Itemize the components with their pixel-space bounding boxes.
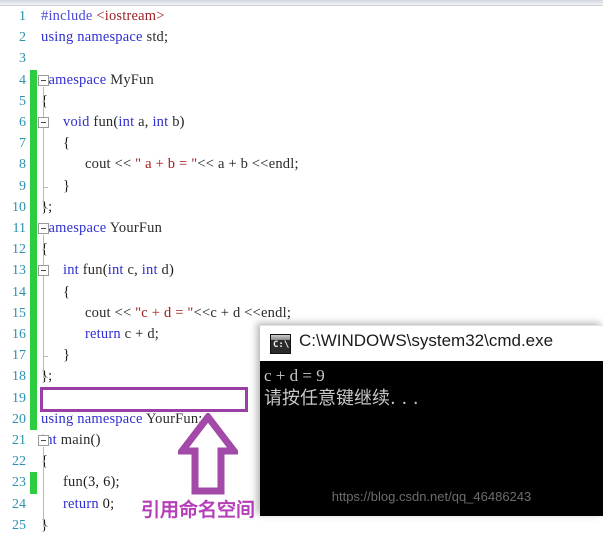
line-number: 6 xyxy=(19,115,26,130)
cmd-output-line: c + d = 9 xyxy=(264,366,325,385)
fold-toggle-icon[interactable] xyxy=(38,265,49,277)
fold-guide-line xyxy=(43,277,44,357)
line-number: 11 xyxy=(12,221,26,236)
code-text: { xyxy=(63,135,71,152)
change-indicator-bar xyxy=(30,260,37,282)
line-number: 10 xyxy=(12,199,26,215)
fold-guide-end xyxy=(43,207,48,209)
line-number: 16 xyxy=(12,327,26,342)
change-indicator-bar xyxy=(30,112,37,134)
change-indicator-bar xyxy=(30,196,37,218)
line-number: 13 xyxy=(12,263,26,279)
watermark-text: https://blog.csdn.net/qq_46486243 xyxy=(331,489,532,504)
change-indicator-bar xyxy=(30,175,37,197)
change-indicator-bar xyxy=(30,69,37,91)
arrow-up-icon xyxy=(178,413,238,495)
code-text: using namespace std; xyxy=(41,29,169,46)
code-text: } xyxy=(63,177,71,194)
code-text: namespace MyFun xyxy=(41,71,154,88)
fold-toggle-icon[interactable] xyxy=(38,74,49,86)
cmd-window-title: C:\WINDOWS\system32\cmd.exe xyxy=(299,331,554,350)
cmd-icon: C:\ xyxy=(270,334,291,354)
code-text: cout << "c + d = "<<c + d <<endl; xyxy=(85,304,292,321)
change-indicator-bar xyxy=(30,90,37,112)
code-text: } xyxy=(63,347,71,364)
line-number: 9 xyxy=(19,178,26,194)
highlight-rectangle-annotation xyxy=(40,387,248,412)
code-text: int fun(int c, int d) xyxy=(63,262,174,279)
line-number: 17 xyxy=(12,348,26,364)
cmd-icon-text: C:\ xyxy=(273,340,290,350)
line-number: 12 xyxy=(12,242,26,258)
line-number: 25 xyxy=(12,517,26,533)
code-text: void fun(int a, int b) xyxy=(63,114,185,130)
cmd-title-bar[interactable]: C:\ C:\WINDOWS\system32\cmd.exe xyxy=(260,325,603,362)
fold-guide-end xyxy=(43,377,48,379)
fold-toggle-icon[interactable] xyxy=(38,117,49,128)
change-indicator-bar xyxy=(30,302,37,324)
line-number: 5 xyxy=(19,93,26,109)
code-text: #include <iostream> xyxy=(41,8,165,24)
change-indicator-bar xyxy=(30,218,37,240)
cmd-output-area[interactable]: c + d = 9 请按任意键继续. . . https://blog.csdn.… xyxy=(260,361,603,516)
fold-toggle-icon[interactable] xyxy=(38,435,49,446)
change-indicator-bar xyxy=(30,366,37,388)
cmd-output-line: 请按任意键继续. . . xyxy=(264,388,419,409)
change-indicator-bar xyxy=(30,324,37,346)
change-indicator-bar xyxy=(30,133,37,155)
cmd-console-window[interactable]: C:\ C:\WINDOWS\system32\cmd.exe c + d = … xyxy=(260,325,603,516)
change-indicator-bar xyxy=(30,154,37,176)
change-indicator-bar xyxy=(30,472,37,494)
change-indicator-bar xyxy=(30,345,37,367)
change-indicator-bar xyxy=(30,239,37,261)
code-text: int main() xyxy=(41,432,101,448)
line-number: 22 xyxy=(12,454,26,470)
line-number: 15 xyxy=(12,305,26,321)
line-number: 8 xyxy=(19,157,26,173)
fold-guide-end xyxy=(43,356,48,358)
code-text: cout << " a + b = "<< a + b <<endl; xyxy=(85,156,299,173)
line-number: 18 xyxy=(12,369,26,385)
code-text: { xyxy=(63,283,71,300)
line-number: 2 xyxy=(19,30,26,46)
line-number: 23 xyxy=(12,475,26,491)
line-number: 21 xyxy=(12,433,26,448)
line-number: 24 xyxy=(12,496,26,512)
fold-guide-line xyxy=(43,129,44,187)
line-number: 20 xyxy=(12,411,26,427)
change-indicator-bar xyxy=(30,387,37,409)
fold-guide-end xyxy=(43,525,48,527)
code-text: return c + d; xyxy=(85,326,160,342)
line-number: 1 xyxy=(19,9,26,24)
line-number: 14 xyxy=(12,284,26,300)
line-number: 7 xyxy=(19,136,26,152)
fold-guide-line xyxy=(43,447,44,526)
fold-toggle-icon[interactable] xyxy=(38,223,49,234)
code-text: namespace YourFun xyxy=(41,220,163,236)
line-number: 19 xyxy=(12,390,26,406)
line-number: 4 xyxy=(19,72,26,88)
code-text: return 0; xyxy=(63,495,115,512)
line-number: 3 xyxy=(19,51,26,67)
code-text: fun(3, 6); xyxy=(63,474,120,491)
fold-guide-end xyxy=(43,186,48,188)
change-indicator-bar xyxy=(30,408,37,430)
annotation-label: 引用命名空间 xyxy=(141,499,256,521)
change-indicator-bar xyxy=(30,281,37,303)
